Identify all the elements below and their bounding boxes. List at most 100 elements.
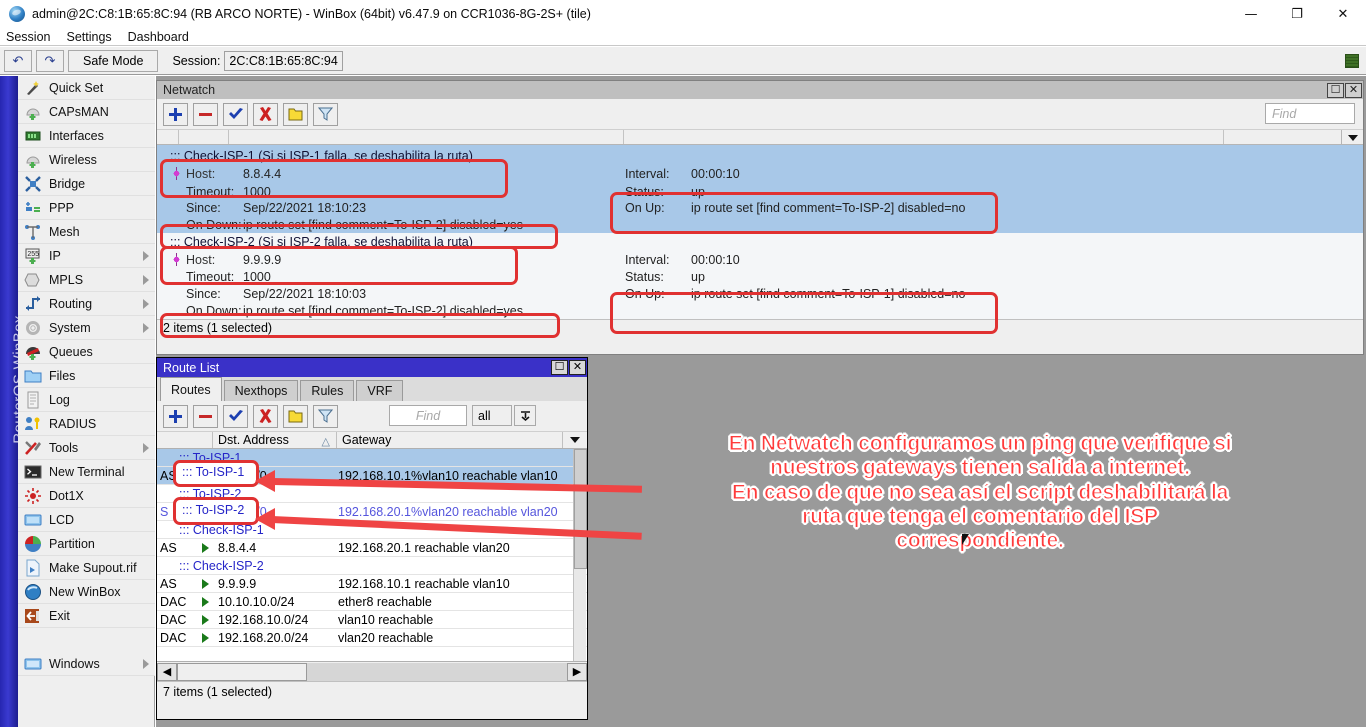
route-list-status-bar: 7 items (1 selected) (157, 681, 587, 701)
route-gateway: vlan20 reachable (335, 631, 587, 645)
hscroll-track[interactable] (177, 663, 567, 681)
route-row[interactable]: AS9.9.9.9192.168.10.1 reachable vlan10 (157, 575, 587, 593)
tab-nexthops[interactable]: Nexthops (224, 380, 299, 401)
sidebar-item-files[interactable]: Files (18, 364, 155, 388)
route-filter-dropdown-icon[interactable] (514, 405, 536, 426)
sidebar-item-exit[interactable]: Exit (18, 604, 155, 628)
route-add-button[interactable] (163, 405, 188, 428)
netwatch-status-label-2: Status: (625, 270, 664, 284)
sidebar-item-lcd[interactable]: LCD (18, 508, 155, 532)
undo-button[interactable]: ↶ (4, 50, 32, 72)
route-comment-button[interactable] (283, 405, 308, 428)
sidebar-item-partition[interactable]: Partition (18, 532, 155, 556)
sort-ascending-icon: △ (322, 435, 330, 448)
scroll-right-icon[interactable]: ▶ (567, 663, 587, 681)
netwatch-filter-button[interactable] (313, 103, 338, 126)
close-icon[interactable]: ✕ (1320, 0, 1366, 28)
tab-vrf[interactable]: VRF (356, 380, 403, 401)
netwatch-add-button[interactable] (163, 103, 188, 126)
netwatch-entry-row[interactable]: ::: Check-ISP-1 (Si si ISP-1 falla, se d… (157, 145, 1363, 233)
route-dst-address: 192.168.20.0/24 (213, 631, 335, 645)
scroll-left-icon[interactable]: ◀ (157, 663, 177, 681)
route-row[interactable]: DAC192.168.10.0/24vlan10 reachable (157, 611, 587, 629)
session-value[interactable]: 2C:C8:1B:65:8C:94 (224, 51, 342, 71)
route-find-input[interactable]: Find (389, 405, 467, 426)
sidebar-item-log[interactable]: Log (18, 388, 155, 412)
sidebar-item-new-winbox[interactable]: New WinBox (18, 580, 155, 604)
sidebar-item-capsman[interactable]: CAPsMAN (18, 100, 155, 124)
tab-rules[interactable]: Rules (300, 380, 354, 401)
route-scroll-thumb[interactable] (574, 449, 587, 569)
tab-routes[interactable]: Routes (160, 377, 222, 401)
maximize-icon[interactable]: ❐ (1274, 0, 1320, 28)
sidebar-item-ip[interactable]: 255IP (18, 244, 155, 268)
route-remove-button[interactable] (193, 405, 218, 428)
sidebar-item-label: MPLS (49, 273, 83, 287)
netwatch-status-value-1: up (691, 185, 705, 199)
sidebar-item-bridge[interactable]: Bridge (18, 172, 155, 196)
sidebar-item-system[interactable]: System (18, 316, 155, 340)
netwatch-disable-button[interactable] (253, 103, 278, 126)
sidebar-item-routing[interactable]: Routing (18, 292, 155, 316)
window-controls[interactable]: — ❐ ✕ (1228, 0, 1366, 28)
sidebar-item-new-terminal[interactable]: New Terminal (18, 460, 155, 484)
route-list-window-buttons[interactable]: ☐ ✕ (551, 360, 587, 375)
radius-icon (24, 415, 42, 433)
netwatch-find-input[interactable]: Find (1265, 103, 1355, 124)
netwatch-close-icon[interactable]: ✕ (1345, 83, 1362, 98)
sidebar-item-dot1x[interactable]: Dot1X (18, 484, 155, 508)
sidebar-item-mesh[interactable]: Mesh (18, 220, 155, 244)
route-col-dst-address[interactable]: Dst. Address △ (213, 432, 337, 448)
route-list-maximize-icon[interactable]: ☐ (551, 360, 568, 375)
sidebar-item-label: Quick Set (49, 81, 103, 95)
netwatch-maximize-icon[interactable]: ☐ (1327, 83, 1344, 98)
menu-session[interactable]: Session (6, 30, 50, 44)
minimize-icon[interactable]: — (1228, 0, 1274, 28)
mesh-icon (24, 223, 42, 241)
session-label: Session: (172, 54, 220, 68)
netwatch-col-status (624, 130, 1224, 144)
route-active-icon (197, 633, 213, 643)
netwatch-timeout-value-1: 1000 (243, 185, 271, 199)
route-disable-button[interactable] (253, 405, 278, 428)
route-row[interactable]: DAC192.168.20.0/24vlan20 reachable (157, 629, 587, 647)
netwatch-status-bar: 2 items (1 selected) (157, 319, 1363, 335)
route-comment-row[interactable]: ::: Check-ISP-2 (157, 557, 587, 575)
sidebar-item-wireless[interactable]: Wireless (18, 148, 155, 172)
route-horizontal-scrollbar[interactable]: ◀ ▶ (157, 661, 587, 681)
netwatch-interval-label-2: Interval: (625, 253, 669, 267)
route-gateway: 192.168.20.1 reachable vlan20 (335, 541, 587, 555)
netwatch-remove-button[interactable] (193, 103, 218, 126)
netwatch-column-menu-icon[interactable] (1341, 130, 1363, 145)
route-enable-button[interactable] (223, 405, 248, 428)
netwatch-comment-button[interactable] (283, 103, 308, 126)
safe-mode-button[interactable]: Safe Mode (68, 50, 158, 72)
sidebar-item-radius[interactable]: RADIUS (18, 412, 155, 436)
route-flags: DAC (157, 613, 197, 627)
netwatch-window-buttons[interactable]: ☐ ✕ (1327, 83, 1363, 98)
menu-settings[interactable]: Settings (66, 30, 111, 44)
menu-dashboard[interactable]: Dashboard (128, 30, 189, 44)
log-icon (24, 391, 42, 409)
route-row[interactable]: AS8.8.4.4192.168.20.1 reachable vlan20 (157, 539, 587, 557)
svg-text:255: 255 (27, 251, 39, 258)
route-column-menu-icon[interactable] (563, 437, 587, 443)
hscroll-thumb[interactable] (177, 663, 307, 681)
sidebar-item-make-supout-rif[interactable]: Make Supout.rif (18, 556, 155, 580)
sidebar-item-quick-set[interactable]: Quick Set (18, 76, 155, 100)
sidebar-item-interfaces[interactable]: Interfaces (18, 124, 155, 148)
sidebar-item-windows[interactable]: Windows (18, 652, 155, 676)
sidebar-item-tools[interactable]: Tools (18, 436, 155, 460)
route-filter-button[interactable] (313, 405, 338, 428)
sidebar-item-ppp[interactable]: PPP (18, 196, 155, 220)
sidebar-item-label: RADIUS (49, 417, 96, 431)
route-list-close-icon[interactable]: ✕ (569, 360, 586, 375)
route-row[interactable]: DAC10.10.10.0/24ether8 reachable (157, 593, 587, 611)
route-vertical-scrollbar[interactable] (573, 449, 586, 661)
redo-button[interactable]: ↷ (36, 50, 64, 72)
sidebar-item-queues[interactable]: Queues (18, 340, 155, 364)
netwatch-enable-button[interactable] (223, 103, 248, 126)
sidebar-item-mpls[interactable]: MPLS (18, 268, 155, 292)
netwatch-entry-row[interactable]: ::: Check-ISP-2 (Si si ISP-2 falla, se d… (157, 233, 1363, 319)
route-filter-select[interactable]: all (472, 405, 512, 426)
